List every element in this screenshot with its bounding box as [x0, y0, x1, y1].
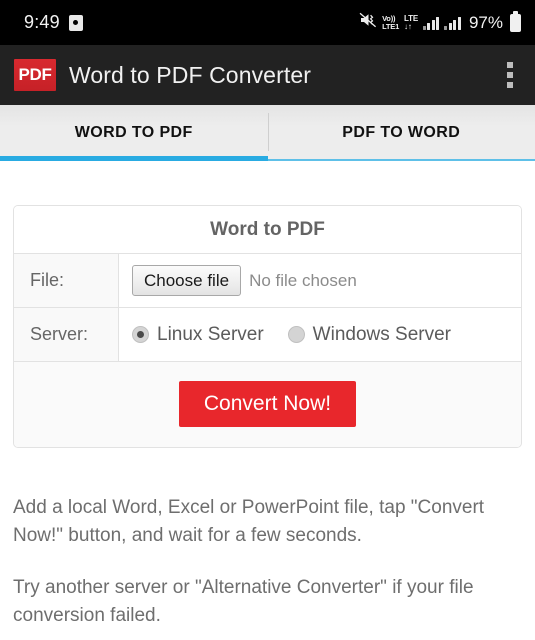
radio-linux-server-label: Linux Server	[157, 323, 264, 345]
lte-indicator: LTE ↓↑	[404, 14, 418, 31]
server-row-label: Server:	[14, 308, 119, 361]
help-paragraph-2: Try another server or "Alternative Conve…	[13, 577, 474, 626]
choose-file-button[interactable]: Choose file	[132, 265, 242, 296]
file-row: File: Choose file No file chosen	[14, 254, 521, 308]
server-radio-group: Linux Server Windows Server	[132, 324, 451, 346]
tab-word-to-pdf-label: WORD TO PDF	[74, 124, 193, 141]
battery-icon	[510, 10, 521, 32]
file-row-label: File:	[14, 254, 119, 307]
status-clock: 9:49	[24, 12, 60, 32]
file-chosen-status: No file chosen	[249, 270, 357, 290]
data-transfer-arrows-icon: ↓↑	[404, 21, 412, 31]
panel-footer: Convert Now!	[14, 362, 521, 448]
tab-pdf-to-word-label: PDF TO WORD	[342, 124, 461, 141]
tab-pdf-to-word[interactable]: PDF TO WORD	[267, 105, 535, 161]
converter-panel: Word to PDF File: Choose file No file ch…	[13, 205, 522, 449]
status-bar-left: 9:49	[24, 12, 83, 33]
battery-percentage: 97%	[468, 12, 503, 32]
radio-windows-server-icon[interactable]	[287, 326, 305, 343]
mute-vibrate-icon	[359, 12, 377, 33]
radio-option-linux-server[interactable]: Linux Server	[132, 324, 264, 346]
status-bar: 9:49 Vo)) LTE1 LTE ↓↑ 97%	[0, 0, 535, 45]
app-bar: PDF Word to PDF Converter	[0, 45, 535, 105]
app-logo-icon: PDF	[14, 59, 56, 91]
volte-indicator: Vo)) LTE1	[382, 15, 399, 30]
app-title: Word to PDF Converter	[69, 61, 311, 88]
overflow-menu-icon[interactable]	[501, 54, 519, 96]
signal-strength-icon-sim2	[444, 16, 461, 30]
radio-windows-server-label: Windows Server	[312, 323, 451, 345]
tab-bar: WORD TO PDF PDF TO WORD	[0, 105, 535, 161]
radio-option-windows-server[interactable]: Windows Server	[287, 323, 451, 346]
radio-linux-server-icon[interactable]	[132, 326, 149, 343]
file-row-value: Choose file No file chosen	[119, 254, 521, 307]
convert-now-button[interactable]: Convert Now!	[178, 381, 357, 428]
volte-line-2: LTE1	[382, 21, 400, 31]
main-content: Word to PDF File: Choose file No file ch…	[0, 205, 535, 630]
server-row: Server: Linux Server Windows Server	[14, 308, 521, 362]
signal-strength-icon-sim1	[422, 16, 440, 30]
tab-word-to-pdf[interactable]: WORD TO PDF	[0, 105, 268, 161]
alarm-clock-icon	[68, 14, 83, 31]
server-row-value: Linux Server Windows Server	[119, 308, 521, 361]
panel-title: Word to PDF	[14, 206, 521, 254]
help-paragraph-1: Add a local Word, Excel or PowerPoint fi…	[13, 497, 485, 546]
status-bar-right: Vo)) LTE1 LTE ↓↑ 97%	[359, 10, 521, 33]
